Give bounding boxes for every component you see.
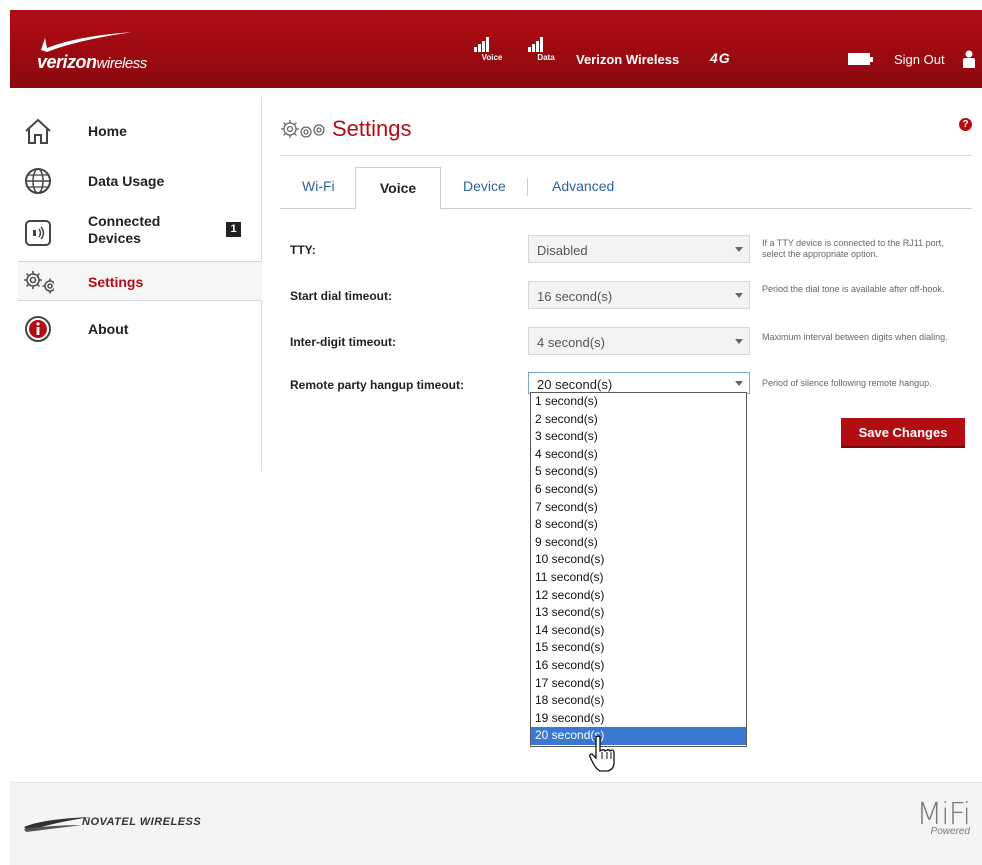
sidebar-item-about[interactable]: About: [18, 309, 262, 349]
sidebar-item-connected-devices[interactable]: Connected Devices 1: [18, 213, 262, 253]
device-count-badge: 1: [226, 222, 241, 237]
dropdown-option[interactable]: 12 second(s): [531, 587, 746, 605]
settings-gears-icon: [281, 120, 325, 138]
start-dial-timeout-hint: Period the dial tone is available after …: [762, 284, 945, 294]
dropdown-option[interactable]: 5 second(s): [531, 463, 746, 481]
dropdown-option[interactable]: 13 second(s): [531, 604, 746, 622]
dropdown-option[interactable]: 11 second(s): [531, 569, 746, 587]
sidebar-item-data-usage[interactable]: Data Usage: [18, 161, 262, 201]
chevron-down-icon: [735, 381, 743, 386]
sidebar-item-label: Settings: [88, 274, 144, 290]
help-icon[interactable]: ?: [959, 118, 972, 131]
dropdown-option[interactable]: 8 second(s): [531, 516, 746, 534]
remote-hangup-timeout-hint: Period of silence following remote hangu…: [762, 378, 932, 388]
dropdown-option[interactable]: 3 second(s): [531, 428, 746, 446]
sidebar-nav: Home Data Usage Connected Devices 1 Sett…: [10, 98, 262, 470]
sidebar-item-label: Connected Devices: [88, 213, 161, 246]
logo-swoosh-icon: [41, 32, 133, 52]
battery-icon: [848, 53, 873, 65]
start-dial-timeout-select[interactable]: 16 second(s): [528, 281, 750, 309]
tab-advanced[interactable]: Advanced: [552, 178, 614, 194]
dropdown-option[interactable]: 7 second(s): [531, 499, 746, 517]
globe-icon: [25, 168, 51, 194]
sidebar-item-settings[interactable]: Settings: [18, 261, 262, 301]
dropdown-option[interactable]: 17 second(s): [531, 675, 746, 693]
dropdown-option[interactable]: 2 second(s): [531, 411, 746, 429]
page-footer: NOVATEL WIRELESS MiFi Powered: [10, 782, 982, 865]
network-name: Verizon Wireless: [576, 52, 680, 67]
info-icon: [25, 316, 51, 342]
dropdown-option[interactable]: 19 second(s): [531, 710, 746, 728]
tab-wifi[interactable]: Wi-Fi: [302, 178, 335, 194]
tty-hint: If a TTY device is connected to the RJ11…: [762, 238, 944, 259]
network-type-badge: 4G: [710, 50, 731, 66]
dropdown-option[interactable]: 20 second(s): [531, 727, 746, 745]
chevron-down-icon: [735, 293, 743, 298]
data-signal: Data: [526, 36, 566, 62]
sign-out-link[interactable]: Sign Out: [894, 52, 945, 67]
save-changes-button[interactable]: Save Changes: [841, 418, 965, 448]
start-dial-timeout-value: 16 second(s): [537, 289, 613, 304]
tty-select-value: Disabled: [537, 243, 588, 258]
tab-separator: [527, 178, 528, 196]
dropdown-option[interactable]: 6 second(s): [531, 481, 746, 499]
verizon-logo[interactable]: verizonwireless: [35, 30, 205, 72]
chevron-down-icon: [735, 247, 743, 252]
dropdown-option[interactable]: 14 second(s): [531, 622, 746, 640]
gears-icon: [24, 271, 54, 294]
remote-hangup-timeout-select[interactable]: 20 second(s): [528, 372, 750, 394]
brand-text: verizonwireless: [37, 52, 147, 72]
sidebar-item-label: Home: [88, 123, 127, 139]
inter-digit-timeout-label: Inter-digit timeout:: [290, 335, 396, 349]
app-header: verizonwireless Voice Data Verizon Wirel…: [10, 10, 982, 88]
mifi-logo: MiFi Powered: [916, 797, 971, 837]
remote-hangup-timeout-value: 20 second(s): [537, 377, 613, 392]
home-icon: [25, 118, 51, 144]
dropdown-option[interactable]: 9 second(s): [531, 534, 746, 552]
tab-device[interactable]: Device: [463, 178, 506, 194]
tty-label: TTY:: [290, 243, 316, 257]
dropdown-option[interactable]: 18 second(s): [531, 692, 746, 710]
sidebar-item-home[interactable]: Home: [18, 111, 262, 151]
sidebar-item-label: Data Usage: [88, 173, 165, 189]
settings-tabs: Wi-Fi Voice Device Advanced: [280, 167, 972, 210]
tab-voice[interactable]: Voice: [355, 167, 441, 210]
dropdown-option[interactable]: 15 second(s): [531, 639, 746, 657]
inter-digit-timeout-value: 4 second(s): [537, 335, 605, 350]
dropdown-option[interactable]: 10 second(s): [531, 551, 746, 569]
sidebar-item-label: About: [88, 321, 129, 337]
novatel-logo: NOVATEL WIRELESS: [22, 813, 222, 833]
voice-signal-bars-icon: [474, 37, 489, 52]
tty-select[interactable]: Disabled: [528, 235, 750, 263]
inter-digit-timeout-hint: Maximum interval between digits when dia…: [762, 332, 948, 342]
start-dial-timeout-label: Start dial timeout:: [290, 289, 393, 303]
user-icon[interactable]: [962, 50, 976, 68]
connected-devices-icon: [25, 220, 51, 246]
novatel-text: NOVATEL WIRELESS: [82, 816, 202, 828]
data-signal-bars-icon: [528, 37, 543, 52]
voice-signal-label: Voice: [481, 53, 503, 62]
data-signal-label: Data: [537, 53, 555, 62]
remote-hangup-timeout-label: Remote party hangup timeout:: [290, 378, 465, 392]
page-header: Settings ?: [280, 112, 972, 156]
dropdown-option[interactable]: 1 second(s): [531, 393, 746, 411]
page-title: Settings: [332, 116, 412, 141]
inter-digit-timeout-select[interactable]: 4 second(s): [528, 327, 750, 355]
hand-cursor-icon: [589, 735, 615, 772]
dropdown-option[interactable]: 16 second(s): [531, 657, 746, 675]
voice-signal: Voice: [472, 36, 512, 62]
chevron-down-icon: [735, 339, 743, 344]
remote-hangup-timeout-options: 1 second(s) 2 second(s) 3 second(s) 4 secon…: [530, 392, 747, 747]
dropdown-option[interactable]: 4 second(s): [531, 446, 746, 464]
